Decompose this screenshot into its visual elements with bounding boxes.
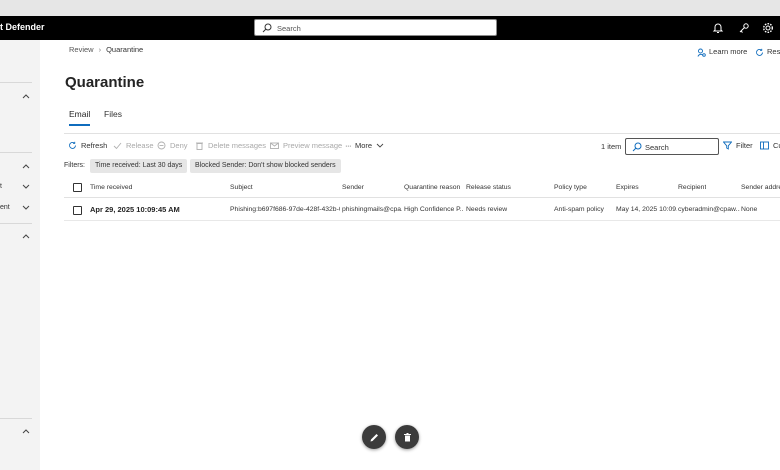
learn-more-icon [697, 48, 706, 57]
search-icon [632, 142, 642, 152]
breadcrumb-separator: › [98, 45, 102, 54]
more-button[interactable]: ··· More [345, 141, 384, 150]
more-label: More [355, 141, 373, 150]
nav-divider [0, 223, 32, 224]
cell-quarantine-reason: High Confidence P... [404, 206, 464, 213]
customize-icon [760, 141, 769, 150]
trash-icon [196, 142, 203, 150]
filter-icon [723, 141, 732, 150]
chip-value: Don't show blocked senders [248, 162, 336, 169]
filter-label: Filter [736, 141, 753, 150]
filter-chip-time-received[interactable]: Time received: Last 30 days [90, 159, 188, 173]
row-checkbox[interactable] [73, 206, 82, 215]
chip-value: Last 30 days [142, 162, 183, 169]
table-header: Time received Subject Sender Quarantine … [64, 180, 780, 198]
chevron-up-icon[interactable] [22, 93, 30, 99]
column-header-sender[interactable]: Sender [342, 184, 364, 191]
column-header-policy-type[interactable]: Policy type [554, 184, 587, 191]
cell-policy-type: Anti-spam policy [554, 206, 604, 213]
app-name: t Defender [0, 22, 45, 32]
cell-release-status: Needs review [466, 206, 508, 213]
ellipsis-icon: ··· [345, 141, 352, 150]
nav-divider [0, 82, 32, 83]
trash-icon [403, 432, 411, 441]
customize-columns-button[interactable]: Cu [760, 141, 780, 150]
pencil-icon [370, 433, 378, 441]
customize-label: Cu [773, 141, 780, 150]
cell-time-received[interactable]: Apr 29, 2025 10:09:45 AM [90, 205, 180, 214]
tab-divider [64, 133, 780, 134]
breadcrumb-review[interactable]: Review [69, 45, 94, 54]
delete-messages-button[interactable]: Delete messages [195, 141, 266, 150]
column-header-recipient[interactable]: Recipient [678, 184, 706, 191]
nav-item-label[interactable]: ent [0, 204, 10, 211]
nav-item-label[interactable]: t [0, 183, 2, 190]
column-header-quarantine-reason[interactable]: Quarantine reason [404, 184, 460, 191]
search-placeholder: Search [277, 24, 301, 33]
chevron-up-icon[interactable] [22, 428, 30, 434]
key-icon[interactable] [738, 22, 750, 34]
chevron-down-icon[interactable] [22, 184, 30, 190]
filters-label: Filters: [64, 162, 85, 169]
preview-message-button[interactable]: Preview message [270, 141, 342, 150]
chip-key: Blocked Sender: [195, 162, 247, 169]
table-row[interactable]: Apr 29, 2025 10:09:45 AM Phishing:b697f6… [64, 200, 780, 221]
page-title: Quarantine [65, 74, 145, 91]
filter-button[interactable]: Filter [723, 141, 753, 150]
cell-sender: phishingmails@cpa... [342, 206, 402, 213]
search-icon [262, 23, 272, 33]
refresh-icon [69, 141, 76, 149]
refresh-button[interactable]: Refresh [68, 141, 107, 150]
delete-messages-label: Delete messages [208, 141, 266, 150]
item-count: 1 item [601, 142, 622, 151]
active-tab-indicator [69, 124, 90, 126]
chip-key: Time received: [95, 162, 141, 169]
release-button[interactable]: Release [113, 141, 154, 150]
column-header-sender-address[interactable]: Sender address [741, 184, 780, 191]
chevron-down-icon [376, 143, 384, 148]
tab-email[interactable]: Email [69, 109, 90, 119]
reset-label: Res [767, 47, 780, 56]
refresh-label: Refresh [81, 141, 108, 150]
cell-subject: Phishing:b697f686-97de-428f-432b-0... [230, 206, 340, 213]
reset-link[interactable]: Res [755, 47, 780, 57]
chevron-up-icon[interactable] [22, 163, 30, 169]
filter-chip-blocked-sender[interactable]: Blocked Sender: Don't show blocked sende… [190, 159, 341, 173]
column-header-expires[interactable]: Expires [616, 184, 639, 191]
top-bar: t Defender Search [0, 16, 780, 40]
deny-button[interactable]: Deny [157, 141, 188, 150]
global-search-input[interactable]: Search [254, 19, 497, 36]
nav-divider [0, 418, 32, 419]
mail-icon [270, 142, 279, 149]
delete-floating-button[interactable] [395, 425, 419, 449]
chevron-down-icon[interactable] [22, 205, 30, 211]
edit-floating-button[interactable] [362, 425, 386, 449]
bell-icon[interactable] [712, 22, 724, 34]
reset-icon [756, 48, 763, 56]
select-all-checkbox[interactable] [73, 183, 82, 192]
column-header-time-received[interactable]: Time received [90, 184, 132, 191]
learn-more-link[interactable]: Learn more [697, 47, 747, 57]
learn-more-label: Learn more [709, 47, 748, 56]
cell-expires: May 14, 2025 10:09... [616, 206, 677, 213]
column-header-release-status[interactable]: Release status [466, 184, 511, 191]
gear-icon[interactable] [762, 22, 774, 34]
left-navigation: t ent [0, 40, 40, 470]
chevron-up-icon[interactable] [22, 233, 30, 239]
release-label: Release [126, 141, 154, 150]
deny-label: Deny [170, 141, 188, 150]
tab-files[interactable]: Files [104, 109, 122, 119]
check-icon [113, 142, 122, 150]
table-search-placeholder: Search [645, 143, 669, 152]
table-search-input[interactable]: Search [625, 138, 719, 155]
column-header-subject[interactable]: Subject [230, 184, 253, 191]
cell-sender-address: None [741, 206, 758, 213]
nav-divider [0, 152, 32, 153]
cell-recipient: cyberadmin@cpaw... [678, 206, 740, 213]
breadcrumb: Review › Quarantine [69, 45, 143, 54]
deny-icon [157, 141, 166, 150]
browser-strip [0, 0, 780, 16]
preview-message-label: Preview message [283, 141, 343, 150]
breadcrumb-current: Quarantine [106, 45, 144, 54]
